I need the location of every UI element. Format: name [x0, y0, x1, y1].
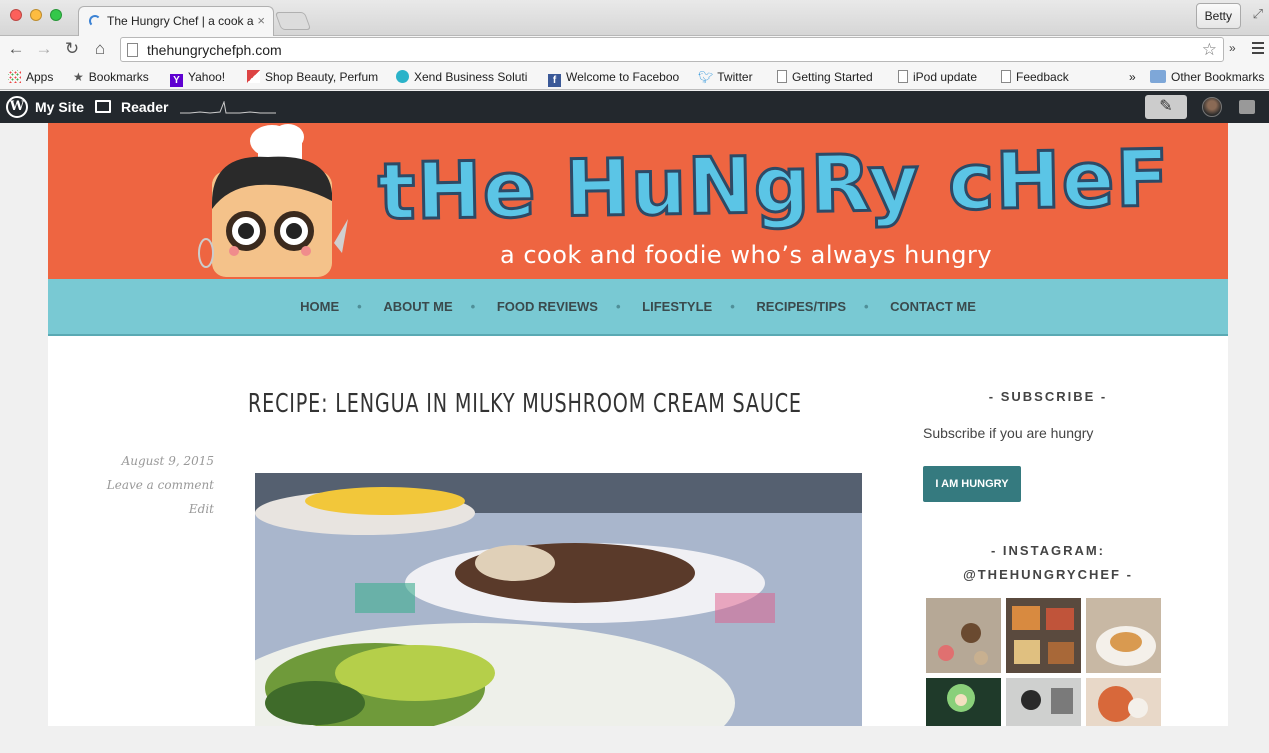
forward-icon[interactable]: → [34, 39, 54, 59]
url-text[interactable]: thehungrychefph.com [147, 42, 282, 58]
subscribe-text: Subscribe if you are hungry [923, 425, 1094, 441]
chef-mascot-icon [198, 124, 348, 277]
reader-icon[interactable] [95, 100, 111, 113]
new-tab-button[interactable] [274, 12, 312, 30]
address-bar[interactable]: thehungrychefph.com ☆ [120, 37, 1224, 62]
bookmark-yahoo[interactable]: Y Yahoo! [170, 70, 225, 87]
loading-spinner-icon [89, 15, 101, 27]
wordpress-admin-bar: W My Site Reader ✎ [0, 91, 1269, 123]
nav-item-lifestyle[interactable]: LIFESTYLE [642, 299, 712, 314]
star-icon: ★ [73, 70, 84, 84]
page-icon [127, 43, 138, 57]
bookmark-getting-started[interactable]: Getting Started [777, 70, 873, 84]
subscribe-widget-title: - SUBSCRIBE - [988, 389, 1108, 404]
stats-sparkline[interactable] [180, 101, 276, 115]
nav-item-home[interactable]: HOME [300, 299, 339, 314]
main-navigation: HOME • ABOUT ME • FOOD REVIEWS • LIFESTYLE •… [48, 279, 1228, 336]
bookmarks-bar: Apps ★ Bookmarks Y Yahoo! Shop Beauty, Per… [0, 64, 1269, 90]
nav-separator: • [470, 299, 476, 314]
tab-close-icon[interactable]: × [257, 13, 265, 28]
gmail-icon [247, 70, 260, 83]
facebook-icon: f [548, 74, 561, 87]
home-icon[interactable]: ⌂ [90, 39, 110, 59]
browser-tab[interactable]: The Hungry Chef | a cook a × [78, 6, 274, 36]
minimize-window-button[interactable] [30, 9, 42, 21]
bookmark-star-icon[interactable]: ☆ [1202, 40, 1217, 60]
bookmark-shop-beauty[interactable]: Shop Beauty, Perfum [247, 70, 381, 84]
profile-button[interactable]: Betty [1195, 3, 1241, 29]
extensions-overflow-icon[interactable]: » [1229, 41, 1236, 55]
wordpress-logo-icon[interactable]: W [6, 96, 28, 118]
nav-separator: • [615, 299, 621, 314]
nav-item-contact-me[interactable]: CONTACT ME [890, 299, 976, 314]
bookmark-facebook[interactable]: f Welcome to Faceboo [548, 70, 684, 87]
nav-item-about-me[interactable]: ABOUT ME [383, 299, 452, 314]
browser-titlebar: The Hungry Chef | a cook a × Betty ⤢ [0, 0, 1269, 36]
xend-icon [396, 70, 409, 83]
bookmark-apps[interactable]: Apps [8, 70, 53, 84]
nav-separator: • [730, 299, 735, 314]
bookmark-feedback[interactable]: Feedback [1001, 70, 1069, 84]
back-icon[interactable]: ← [6, 39, 26, 59]
page-icon [777, 70, 787, 83]
instagram-photo[interactable] [1086, 678, 1161, 753]
bookmark-bookmarks[interactable]: ★ Bookmarks [73, 70, 149, 84]
page-icon [898, 70, 908, 83]
post-date[interactable]: August 9, 2015 [122, 454, 214, 468]
chrome-menu-icon[interactable] [1252, 42, 1264, 54]
leave-comment-link[interactable]: Leave a comment [107, 478, 214, 492]
reload-icon[interactable]: ↻ [62, 39, 82, 59]
notifications-icon[interactable] [1239, 100, 1255, 114]
site-header[interactable]: tHe HuNgRy cHeF a cook and foodie who’s … [48, 123, 1228, 279]
folder-icon [1150, 70, 1166, 83]
instagram-photo[interactable] [926, 678, 1001, 753]
other-bookmarks[interactable]: Other Bookmarks [1150, 70, 1264, 84]
close-window-button[interactable] [10, 9, 22, 21]
tab-title: The Hungry Chef | a cook a [107, 14, 254, 28]
bookmark-xend[interactable]: Xend Business Soluti [396, 70, 542, 84]
instagram-photo[interactable] [1006, 598, 1081, 673]
apps-grid-icon [8, 70, 21, 83]
instagram-photo[interactable] [926, 598, 1001, 673]
page-icon [1001, 70, 1011, 83]
instagram-photo[interactable] [1086, 598, 1161, 673]
nav-separator: • [863, 299, 869, 314]
my-site-link[interactable]: My Site [35, 99, 84, 115]
yahoo-icon: Y [170, 74, 183, 87]
bookmark-ipod-update[interactable]: iPod update [898, 70, 977, 84]
browser-toolbar: ← → ↻ ⌂ thehungrychefph.com ☆ » [0, 36, 1269, 64]
bookmark-twitter[interactable]: 🐦︎ Twitter [698, 70, 753, 84]
nav-separator: • [357, 299, 362, 314]
reader-link[interactable]: Reader [121, 99, 168, 115]
instagram-photo[interactable] [1006, 678, 1081, 753]
zoom-window-button[interactable] [50, 9, 62, 21]
nav-item-food-reviews[interactable]: FOOD REVIEWS [497, 299, 598, 314]
write-post-button[interactable]: ✎ [1145, 95, 1187, 119]
site-title[interactable]: tHe HuNgRy cHeF [376, 133, 1172, 240]
instagram-widget-title: - INSTAGRAM: [990, 543, 1106, 558]
bookmarks-overflow-icon[interactable]: » [1129, 70, 1136, 84]
user-avatar[interactable] [1202, 97, 1222, 117]
site-tagline: a cook and foodie who’s always hungry [500, 241, 993, 269]
subscribe-button[interactable]: I AM HUNGRY [923, 466, 1021, 502]
edit-link[interactable]: Edit [189, 502, 214, 516]
post-title[interactable]: RECIPE: LENGUA IN MILKY MUSHROOM CREAM S… [248, 389, 802, 419]
blog-page: tHe HuNgRy cHeF a cook and foodie who’s … [48, 123, 1228, 726]
nav-item-recipes-tips[interactable]: RECIPES/TIPS [756, 299, 846, 314]
post-featured-image[interactable] [255, 473, 862, 726]
instagram-widget-handle: @THEHUNGRYCHEF - [963, 567, 1133, 582]
twitter-bird-icon: 🐦︎ [698, 70, 714, 84]
fullscreen-icon[interactable]: ⤢ [1253, 6, 1263, 22]
